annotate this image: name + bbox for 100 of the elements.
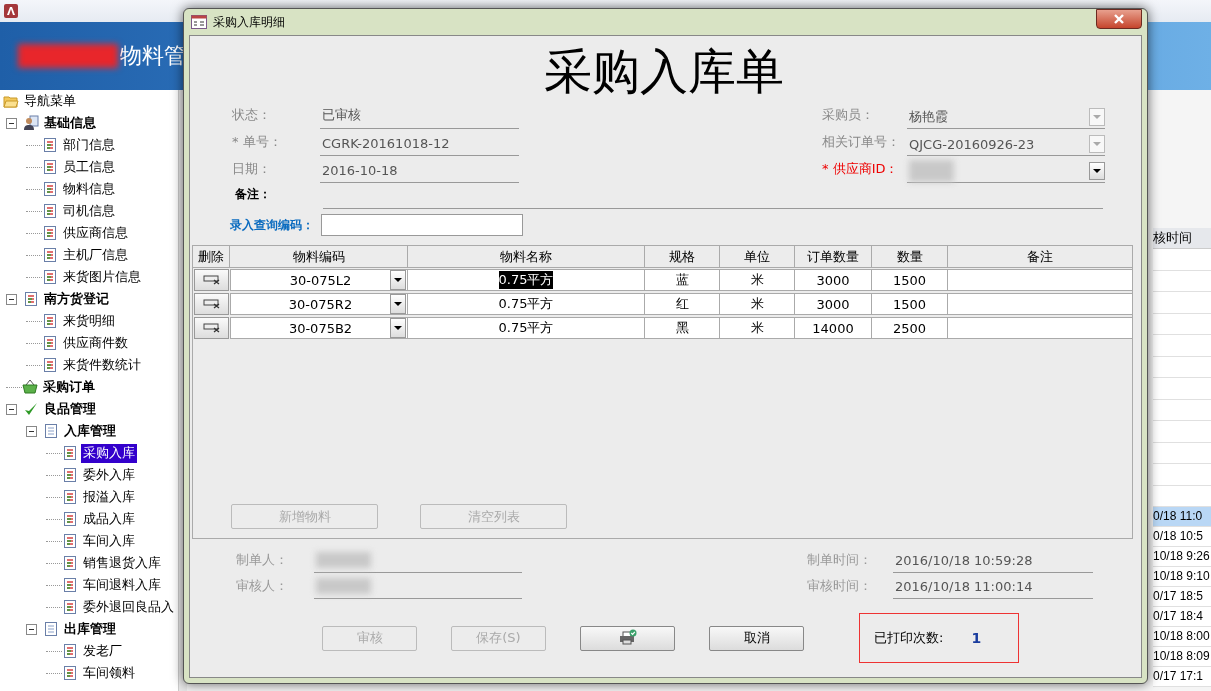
tree-item[interactable]: 基础信息 (42, 113, 98, 133)
table-cell: 10/18 8:00 (1153, 627, 1211, 647)
field-label: 相关订单号： (822, 133, 901, 151)
tree-item[interactable]: 良品管理 (42, 399, 98, 419)
page-icon (43, 621, 59, 637)
app-icon[interactable] (3, 3, 19, 19)
combo-box[interactable]: 30-075B2 (230, 317, 408, 339)
person-icon (23, 115, 39, 131)
collapse-toggle[interactable] (6, 403, 17, 415)
document-icon (62, 489, 78, 505)
tree-item[interactable]: 来货明细 (61, 311, 117, 331)
column-header: 单位 (720, 246, 795, 268)
combo-box[interactable]: 30-075L2 (230, 269, 408, 291)
field-label: * 单号： (231, 133, 283, 151)
tree-item[interactable]: 成品入库 (81, 509, 137, 529)
delete-button[interactable] (194, 269, 229, 291)
field-label: 状态： (231, 106, 272, 124)
tree-item[interactable]: 供应商件数 (61, 333, 130, 353)
redacted-mark (316, 552, 371, 568)
tree-item[interactable]: 报溢入库 (81, 487, 137, 507)
search-field[interactable] (321, 214, 523, 236)
field-label: 审核人： (235, 577, 289, 595)
tree-item[interactable]: 发老厂 (81, 641, 124, 661)
table-cell[interactable]: 米 (720, 269, 795, 291)
document-icon (62, 555, 78, 571)
tree-item[interactable]: 供应商信息 (61, 223, 130, 243)
close-button[interactable] (1096, 9, 1142, 29)
print-button[interactable] (580, 625, 675, 651)
table-cell[interactable]: 红 (645, 293, 720, 315)
document-icon (42, 203, 58, 219)
delete-button[interactable] (194, 317, 229, 339)
basket-icon (22, 379, 38, 395)
table-cell[interactable]: 3000 (795, 269, 872, 291)
table-cell[interactable] (948, 293, 1133, 315)
table-cell[interactable]: 14000 (795, 317, 872, 339)
tree-item[interactable]: 车间入库 (81, 531, 137, 551)
document-icon (42, 181, 58, 197)
document-icon (62, 511, 78, 527)
combo-box[interactable]: 30-075R2 (230, 293, 408, 315)
column-header: 物料编码 (230, 246, 408, 268)
tree-item[interactable]: 员工信息 (61, 157, 117, 177)
collapse-toggle[interactable] (6, 293, 17, 305)
tree-item[interactable]: 主机厂信息 (61, 245, 130, 265)
dropdown-icon[interactable] (1089, 162, 1105, 180)
print-count-value: 1 (971, 630, 982, 646)
table-cell[interactable]: 2500 (872, 317, 948, 339)
table-cell: 0/17 18:5 (1153, 587, 1211, 607)
table-cell[interactable]: 0.75平方 (408, 269, 645, 291)
tree-item[interactable]: 入库管理 (62, 421, 118, 441)
table-cell[interactable] (948, 269, 1133, 291)
table-cell[interactable] (948, 317, 1133, 339)
table-cell[interactable]: 0.75平方 (408, 317, 645, 339)
column-header: 订单数量 (795, 246, 872, 268)
redacted-mark (316, 578, 371, 594)
column-header: 物料名称 (408, 246, 645, 268)
dropdown-icon[interactable] (390, 294, 406, 314)
collapse-toggle[interactable] (26, 425, 37, 437)
tree-item[interactable]: 来货件数统计 (61, 355, 143, 375)
page-icon (43, 423, 59, 439)
table-cell: 0/17 17:1 (1153, 667, 1211, 687)
tree-item[interactable]: 车间领料 (81, 663, 137, 683)
table-cell[interactable]: 0.75平方 (408, 293, 645, 315)
document-icon (62, 665, 78, 681)
table-cell: 10/18 9:26 (1153, 547, 1211, 567)
tree-item[interactable]: 销售退货入库 (81, 553, 163, 573)
field-label: * 供应商ID： (822, 160, 900, 178)
document-icon (62, 643, 78, 659)
action-button[interactable]: 取消 (709, 625, 804, 651)
tree-item[interactable]: 南方货登记 (42, 289, 111, 309)
printer-icon (618, 628, 637, 645)
column-header[interactable]: 核时间 (1153, 228, 1211, 249)
collapse-toggle[interactable] (6, 117, 17, 129)
tree-item[interactable]: 采购入库 (81, 443, 137, 463)
document-icon (42, 225, 58, 241)
table-cell: 10/18 9:10 (1153, 567, 1211, 587)
collapse-toggle[interactable] (26, 623, 37, 635)
delete-button[interactable] (194, 293, 229, 315)
tree-item[interactable]: 部门信息 (61, 135, 117, 155)
table-cell[interactable]: 1500 (872, 293, 948, 315)
table-cell[interactable]: 米 (720, 293, 795, 315)
table-cell[interactable]: 米 (720, 317, 795, 339)
tree-item[interactable]: 采购订单 (41, 377, 97, 397)
tree-item[interactable]: 委外入库 (81, 465, 137, 485)
eraser-icon (202, 275, 221, 285)
table-cell[interactable]: 蓝 (645, 269, 720, 291)
table-cell[interactable]: 1500 (872, 269, 948, 291)
dropdown-icon[interactable] (390, 318, 406, 338)
table-cell[interactable]: 黑 (645, 317, 720, 339)
tree-item[interactable]: 物料信息 (61, 179, 117, 199)
tree-item[interactable]: 车间退料入库 (81, 575, 163, 595)
tree-item[interactable]: 来货图片信息 (61, 267, 143, 287)
tree-item[interactable]: 出库管理 (62, 619, 118, 639)
tree-item[interactable]: 司机信息 (61, 201, 117, 221)
dropdown-icon[interactable] (390, 270, 406, 290)
document-icon (62, 445, 78, 461)
tree-item[interactable]: 委外退回良品入 (81, 597, 176, 617)
table-cell[interactable]: 3000 (795, 293, 872, 315)
document-icon (42, 159, 58, 175)
document-icon (62, 533, 78, 549)
table-cell: 0/17 18:4 (1153, 607, 1211, 627)
